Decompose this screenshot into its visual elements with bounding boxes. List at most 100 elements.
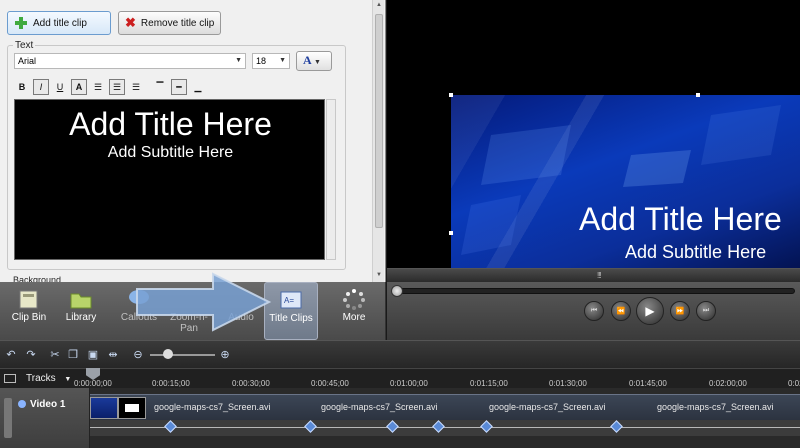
font-family-value: Arial <box>18 56 37 66</box>
text-outline-button[interactable]: A <box>71 79 87 95</box>
tool-library-label: Library <box>65 312 97 323</box>
redo-icon[interactable]: ↷ <box>24 348 38 362</box>
resize-handle[interactable] <box>449 231 453 235</box>
valign-top-icon[interactable]: ▔ <box>152 79 168 95</box>
format-toolbar: B I U A ☰ ☰ ☰ ▔ ━ ▁ <box>14 79 206 95</box>
keyframe-marker[interactable] <box>432 420 445 433</box>
chevron-down-icon: ▼ <box>279 57 286 64</box>
fast-forward-button[interactable]: ⏩ <box>670 301 690 321</box>
resize-handle[interactable] <box>696 93 700 97</box>
seek-thumb[interactable] <box>391 285 403 297</box>
effects-lane[interactable] <box>90 420 800 436</box>
video-clip[interactable]: google-maps-cs7_Screen.avi google-maps-c… <box>90 394 800 420</box>
scroll-up-icon[interactable]: ▲ <box>376 2 382 8</box>
valign-middle-icon[interactable]: ━ <box>171 79 187 95</box>
next-clip-button[interactable]: ⏭ <box>696 301 716 321</box>
ruler-tick: 0:00:45;00 <box>311 379 349 388</box>
preview-canvas[interactable]: Add Title Here Add Subtitle Here <box>451 95 800 271</box>
chevron-down-icon: ▼ <box>314 59 321 66</box>
keyframe-marker[interactable] <box>386 420 399 433</box>
track-video-1: Video 1 google-maps-cs7_Screen.avi googl… <box>0 388 800 448</box>
panel-scrollbar[interactable]: ▲ ▼ <box>372 0 384 282</box>
clip-label: google-maps-cs7_Screen.avi <box>657 402 774 412</box>
copy-icon[interactable]: ❐ <box>66 348 80 362</box>
ruler-tick: 0:00:30;00 <box>232 379 270 388</box>
zoom-out-icon[interactable]: ⊖ <box>131 348 145 362</box>
preview-window: Add Title Here Add Subtitle Here !!! <box>387 0 800 282</box>
preview-title-text: Add Title Here <box>579 201 782 237</box>
tracks-label[interactable]: Tracks ▼ <box>26 373 71 384</box>
ruler-tick: 0:00:00;00 <box>74 379 112 388</box>
seek-bar[interactable] <box>395 288 795 294</box>
ruler-tick: 0:01:30;00 <box>549 379 587 388</box>
tool-clip-bin[interactable]: Clip Bin <box>2 282 56 340</box>
title-clips-icon: A= <box>279 289 303 311</box>
preview-splitter[interactable]: !!! <box>387 268 800 282</box>
scrollbar-thumb[interactable] <box>375 14 383 228</box>
tool-more[interactable]: More <box>327 282 381 340</box>
zoom-in-icon[interactable]: ⊕ <box>218 348 232 362</box>
editor-text-scrollbar[interactable] <box>326 99 336 260</box>
track-header[interactable]: Video 1 <box>0 388 90 448</box>
keyframe-marker[interactable] <box>304 420 317 433</box>
ruler-tick: 0:01:45;00 <box>629 379 667 388</box>
chevron-down-icon: ▼ <box>64 376 72 383</box>
valign-bottom-icon[interactable]: ▁ <box>190 79 206 95</box>
grip-icon: !!! <box>597 271 602 280</box>
track-lock-icon[interactable] <box>4 398 12 438</box>
playback-controls: ⏮ ⏪ ▶ ⏩ ⏭ <box>387 282 800 340</box>
align-left-icon[interactable]: ☰ <box>90 79 106 95</box>
undo-icon[interactable]: ↶ <box>4 348 18 362</box>
editor-subtitle-text: Add Subtitle Here <box>107 144 234 161</box>
tutorial-arrow-icon <box>136 272 272 332</box>
paste-icon[interactable]: ▣ <box>86 348 100 362</box>
clip-label: google-maps-cs7_Screen.avi <box>321 402 438 412</box>
underline-button[interactable]: U <box>52 79 68 95</box>
play-button[interactable]: ▶ <box>636 297 664 325</box>
font-size-select[interactable]: 18 ▼ <box>252 53 290 69</box>
resize-handle[interactable] <box>449 93 453 97</box>
font-size-value: 18 <box>256 56 267 66</box>
editor-title-text: Add Title Here <box>69 106 272 142</box>
ruler-tick: 0:01:00;00 <box>390 379 428 388</box>
align-center-icon[interactable]: ☰ <box>109 79 125 95</box>
keyframe-marker[interactable] <box>610 420 623 433</box>
previous-clip-button[interactable]: ⏮ <box>584 301 604 321</box>
rewind-button[interactable]: ⏪ <box>611 301 631 321</box>
track-visibility-icon[interactable] <box>18 400 26 408</box>
italic-button[interactable]: I <box>33 79 49 95</box>
remove-title-clip-button[interactable]: ✖ Remove title clip <box>118 11 221 35</box>
cut-icon[interactable]: ✂ <box>48 348 62 362</box>
tracks-label-text: Tracks <box>26 373 56 384</box>
bold-button[interactable]: B <box>14 79 30 95</box>
library-icon <box>69 288 93 310</box>
title-text-editor[interactable]: Add Title Here Add Subtitle Here <box>14 99 325 260</box>
font-family-select[interactable]: Arial ▼ <box>14 53 246 69</box>
align-right-icon[interactable]: ☰ <box>128 79 144 95</box>
clip-label: google-maps-cs7_Screen.avi <box>489 402 606 412</box>
keyframe-marker[interactable] <box>164 420 177 433</box>
preview-subtitle-text: Add Subtitle Here <box>625 242 767 262</box>
keyframe-marker[interactable] <box>480 420 493 433</box>
timeline-toolbar: ↶ ↷ ✂ ❐ ▣ ⇹ ⊖ ⊕ <box>0 340 800 368</box>
timeline-ruler[interactable]: Tracks ▼ 0:00:00;00 0:00:15;00 0:00:30;0… <box>0 368 800 388</box>
add-title-clip-button[interactable]: Add title clip <box>7 11 111 35</box>
title-clip-thumbnail <box>118 397 146 419</box>
ruler-tick: 0:00:15;00 <box>152 379 190 388</box>
zoom-slider[interactable] <box>150 354 215 356</box>
tool-clip-bin-label: Clip Bin <box>11 312 47 323</box>
clip-label: google-maps-cs7_Screen.avi <box>154 402 271 412</box>
tool-library[interactable]: Library <box>54 282 108 340</box>
split-icon[interactable]: ⇹ <box>106 348 120 362</box>
more-icon <box>342 288 366 310</box>
text-group-label: Text <box>13 40 36 51</box>
chevron-down-icon: ▼ <box>235 57 242 64</box>
font-color-button[interactable]: A ▼ <box>296 51 332 71</box>
font-color-label: A <box>303 53 312 67</box>
ruler-tick: 0:02:00;00 <box>709 379 747 388</box>
camtasia-window: Add title clip ✖ Remove title clip Text … <box>0 0 800 448</box>
title-editor-panel: Add title clip ✖ Remove title clip Text … <box>0 0 386 285</box>
zoom-slider-thumb[interactable] <box>163 349 173 359</box>
scroll-down-icon[interactable]: ▼ <box>376 272 382 278</box>
add-icon <box>14 16 28 30</box>
